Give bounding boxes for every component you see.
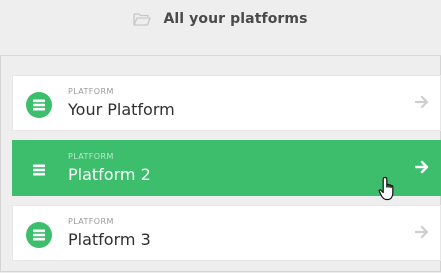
hand-pointer-icon bbox=[378, 176, 400, 202]
arrow-right-icon[interactable] bbox=[415, 160, 429, 174]
platform-kicker: PLATFORM bbox=[68, 152, 114, 161]
page-title: All your platforms bbox=[163, 10, 308, 27]
platform-list: PLATFORM Your Platform PLATFORM Platform… bbox=[12, 75, 441, 270]
platform-name: Your Platform bbox=[68, 100, 175, 119]
platform-item-platform-3[interactable]: PLATFORM Platform 3 bbox=[12, 205, 441, 261]
platform-name: Platform 2 bbox=[68, 165, 151, 184]
platform-kicker: PLATFORM bbox=[68, 87, 114, 96]
platform-kicker: PLATFORM bbox=[68, 217, 114, 226]
server-icon bbox=[26, 222, 52, 248]
platform-item-platform-2[interactable]: PLATFORM Platform 2 bbox=[12, 140, 441, 196]
arrow-right-icon[interactable] bbox=[415, 225, 429, 239]
server-icon bbox=[26, 92, 52, 118]
platform-name: Platform 3 bbox=[68, 230, 151, 249]
folder-open-icon bbox=[133, 12, 152, 26]
server-icon bbox=[26, 157, 52, 183]
platforms-header: All your platforms bbox=[0, 0, 441, 56]
arrow-right-icon[interactable] bbox=[415, 95, 429, 109]
platform-item-your-platform[interactable]: PLATFORM Your Platform bbox=[12, 75, 441, 131]
